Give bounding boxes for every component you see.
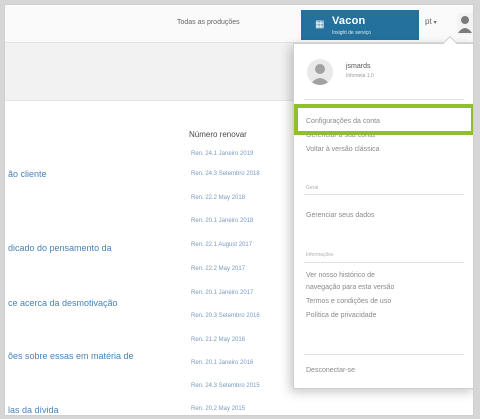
top-header: Todas as produções ▦ Vacon Insight de se… — [5, 5, 473, 43]
profile-subtitle: Infometa 1.0 — [346, 73, 374, 79]
profile-avatar — [307, 59, 333, 85]
brand-menu-button[interactable]: ▦ Vacon Insight de serviço — [301, 10, 419, 40]
user-icon — [310, 64, 330, 85]
list-item-link[interactable]: las da dívida — [8, 405, 59, 415]
list-item-link[interactable]: ce acerca da desmotivação — [8, 298, 118, 308]
user-icon — [457, 13, 473, 35]
menu-item-logout[interactable]: Desconectar-se — [306, 367, 355, 374]
date-item[interactable]: Ren. 20.1 Janeiro 2016 — [191, 360, 253, 366]
date-item[interactable]: Ren. 20.2 May 2015 — [191, 406, 245, 412]
date-item[interactable]: Ren. 20.3 Setembro 2016 — [191, 313, 260, 319]
language-selector[interactable]: pt ▾ — [425, 17, 437, 26]
profile-name: jsmards — [346, 63, 371, 70]
menu-item-manage-data[interactable]: Gerenciar seus dados — [306, 212, 374, 219]
date-item[interactable]: Ren. 20.1 Janeiro 2017 — [191, 290, 253, 296]
date-item[interactable]: Ren. 21.2 May 2016 — [191, 337, 245, 343]
divider — [304, 194, 464, 195]
date-item[interactable]: Ren. 22.1 August 2017 — [191, 242, 252, 248]
user-dropdown-menu: jsmards Infometa 1.0 Configurações da co… — [293, 35, 473, 389]
list-item-link[interactable]: dicado do pensamento da — [8, 243, 112, 253]
date-item[interactable]: Ren. 24.1 Janeiro 2019 — [191, 151, 253, 157]
menu-item-classic-version[interactable]: Voltar à versão clássica — [306, 146, 380, 153]
menu-item-browsing-history-cont[interactable]: navegação para esta versão — [306, 284, 394, 291]
brand-name: Vacon — [332, 15, 366, 27]
divider — [304, 99, 464, 100]
date-item[interactable]: Ren. 24.3 Setembro 2018 — [191, 171, 260, 177]
menu-section-heading: Geral — [306, 185, 319, 191]
all-productions-link[interactable]: Todas as produções — [177, 19, 240, 26]
app-window: Todas as produções ▦ Vacon Insight de se… — [4, 4, 474, 416]
highlight-box — [294, 104, 473, 135]
column-header: Número renovar — [189, 130, 247, 139]
brand-subtitle: Insight de serviço — [332, 30, 371, 36]
list-item-link[interactable]: ão cliente — [8, 169, 47, 179]
date-item[interactable]: Ren. 22.2 May 2018 — [191, 195, 245, 201]
list-item-link[interactable]: ões sobre essas em matéria de — [8, 351, 134, 361]
date-item[interactable]: Ren. 20.1 Janeiro 2018 — [191, 218, 253, 224]
divider — [304, 262, 464, 263]
menu-section-heading: Informações — [306, 252, 334, 258]
apps-grid-icon: ▦ — [315, 19, 325, 30]
divider — [304, 354, 464, 355]
menu-item-terms[interactable]: Termos e condições de uso — [306, 298, 391, 305]
chevron-down-icon: ▾ — [433, 20, 437, 26]
menu-item-browsing-history[interactable]: Ver nosso histórico de — [306, 272, 375, 279]
date-item[interactable]: Ren. 24.3 Setembro 2015 — [191, 383, 260, 389]
language-label: pt — [425, 17, 432, 26]
date-item[interactable]: Ren. 22.2 May 2017 — [191, 266, 245, 272]
user-menu-button[interactable] — [457, 13, 473, 35]
menu-item-privacy[interactable]: Política de privacidade — [306, 312, 376, 319]
